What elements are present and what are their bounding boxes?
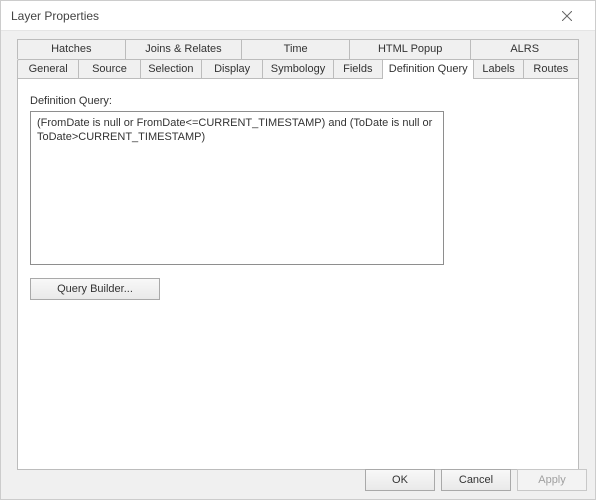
tab-hatches[interactable]: Hatches bbox=[17, 39, 126, 59]
apply-button[interactable]: Apply bbox=[517, 469, 587, 491]
tab-source[interactable]: Source bbox=[78, 59, 140, 79]
definition-query-label: Definition Query: bbox=[30, 95, 566, 107]
ok-button[interactable]: OK bbox=[365, 469, 435, 491]
close-button[interactable] bbox=[547, 2, 587, 30]
tab-routes[interactable]: Routes bbox=[523, 59, 579, 79]
tab-fields[interactable]: Fields bbox=[333, 59, 383, 79]
tab-panel: Definition Query: Query Builder... bbox=[17, 78, 579, 470]
tab-alrs[interactable]: ALRS bbox=[470, 39, 579, 59]
tab-time[interactable]: Time bbox=[241, 39, 350, 59]
tab-joins-relates[interactable]: Joins & Relates bbox=[125, 39, 243, 59]
cancel-button[interactable]: Cancel bbox=[441, 469, 511, 491]
definition-query-input[interactable] bbox=[30, 111, 444, 265]
tab-selection[interactable]: Selection bbox=[140, 59, 202, 79]
window-title: Layer Properties bbox=[11, 9, 99, 23]
tab-general[interactable]: General bbox=[17, 59, 79, 79]
query-builder-button[interactable]: Query Builder... bbox=[30, 278, 160, 300]
dialog-button-bar: OK Cancel Apply bbox=[365, 469, 587, 491]
titlebar: Layer Properties bbox=[1, 1, 595, 31]
tab-definition-query[interactable]: Definition Query bbox=[382, 59, 474, 79]
tab-display[interactable]: Display bbox=[201, 59, 263, 79]
tab-symbology[interactable]: Symbology bbox=[262, 59, 333, 79]
tabs: Hatches Joins & Relates Time HTML Popup … bbox=[17, 39, 579, 79]
tab-row-bottom: General Source Selection Display Symbolo… bbox=[17, 59, 579, 79]
tab-row-top: Hatches Joins & Relates Time HTML Popup … bbox=[17, 39, 579, 59]
tab-html-popup[interactable]: HTML Popup bbox=[349, 39, 471, 59]
close-icon bbox=[562, 11, 572, 21]
dialog-content: Hatches Joins & Relates Time HTML Popup … bbox=[1, 31, 595, 499]
tab-labels[interactable]: Labels bbox=[473, 59, 523, 79]
